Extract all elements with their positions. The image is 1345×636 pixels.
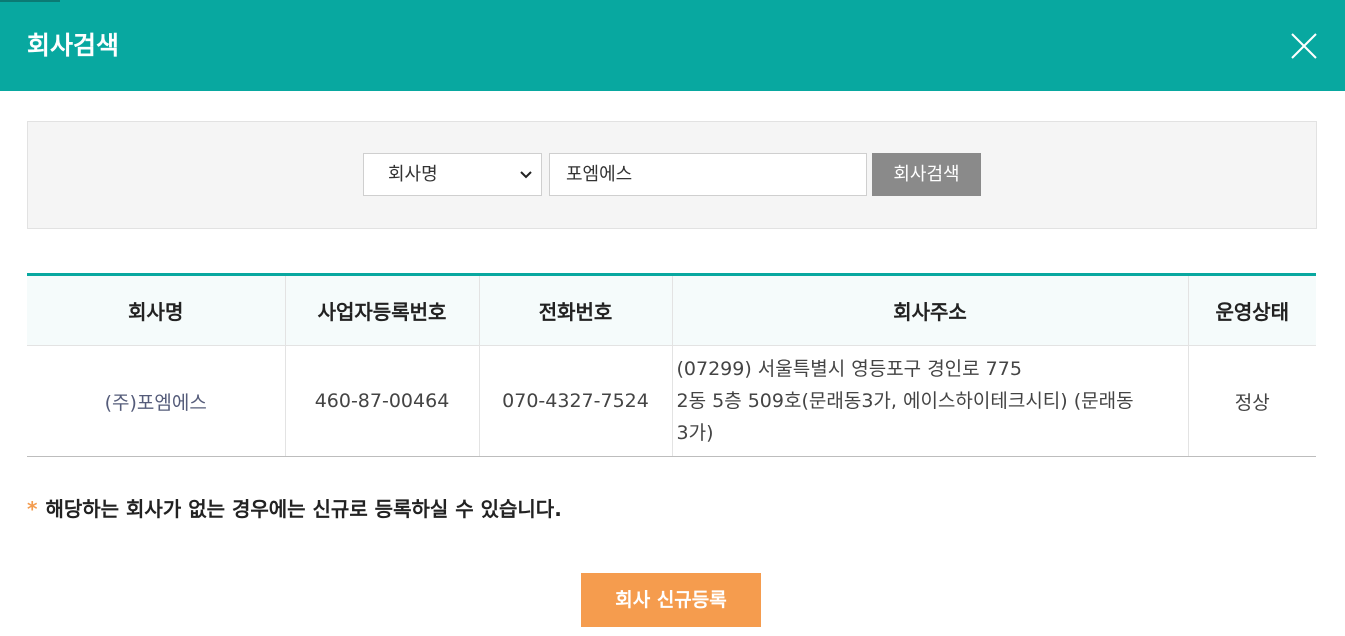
results-table: 회사명 사업자등록번호 전화번호 회사주소 운영상태 (주)포엠에스 460-8… [27, 273, 1316, 457]
register-company-button[interactable]: 회사 신규등록 [581, 573, 761, 627]
modal-title: 회사검색 [27, 31, 120, 60]
asterisk-icon: * [27, 497, 38, 521]
notice-message: 해당하는 회사가 없는 경우에는 신규로 등록하실 수 있습니다. [45, 497, 562, 521]
search-button[interactable]: 회사검색 [872, 153, 981, 196]
search-input[interactable]: 포엠에스 [549, 153, 867, 196]
column-header-address: 회사주소 [671, 274, 1188, 346]
address-line-1: (07299) 서울특별시 영등포구 경인로 775 [676, 358, 1022, 380]
notice-text: * 해당하는 회사가 없는 경우에는 신규로 등록하실 수 있습니다. [27, 495, 562, 523]
column-header-company: 회사명 [27, 274, 285, 346]
column-header-status: 운영상태 [1187, 274, 1316, 346]
modal-header: 회사검색 [0, 0, 1345, 91]
search-panel: 회사명 포엠에스 회사검색 [27, 121, 1317, 229]
close-icon[interactable] [1290, 32, 1318, 60]
search-type-select[interactable]: 회사명 [363, 153, 542, 196]
address-cell: (07299) 서울특별시 영등포구 경인로 775 2동 5층 509호(문래… [671, 345, 1188, 457]
column-header-phone: 전화번호 [478, 274, 672, 346]
status-cell: 정상 [1187, 345, 1316, 457]
biz-no-cell: 460-87-00464 [284, 345, 479, 457]
table-header-row: 회사명 사업자등록번호 전화번호 회사주소 운영상태 [27, 274, 1316, 346]
search-type-value: 회사명 [388, 164, 438, 185]
results-table-wrap: 회사명 사업자등록번호 전화번호 회사주소 운영상태 (주)포엠에스 460-8… [27, 273, 1316, 457]
address-line-3: 3가) [676, 422, 714, 444]
phone-cell: 070-4327-7524 [478, 345, 672, 457]
company-search-modal: 회사검색 회사명 포엠에스 회사검색 회사명 사업자등록번호 전화번호 회사주소… [0, 0, 1345, 636]
chevron-down-icon [520, 171, 532, 179]
column-header-biz-no: 사업자등록번호 [284, 274, 479, 346]
address-line-2: 2동 5층 509호(문래동3가, 에이스하이테크시티) (문래동 [676, 390, 1134, 412]
table-row[interactable]: (주)포엠에스 460-87-00464 070-4327-7524 (0729… [27, 345, 1316, 457]
header-accent-line [0, 0, 60, 2]
company-name-cell[interactable]: (주)포엠에스 [27, 345, 285, 457]
